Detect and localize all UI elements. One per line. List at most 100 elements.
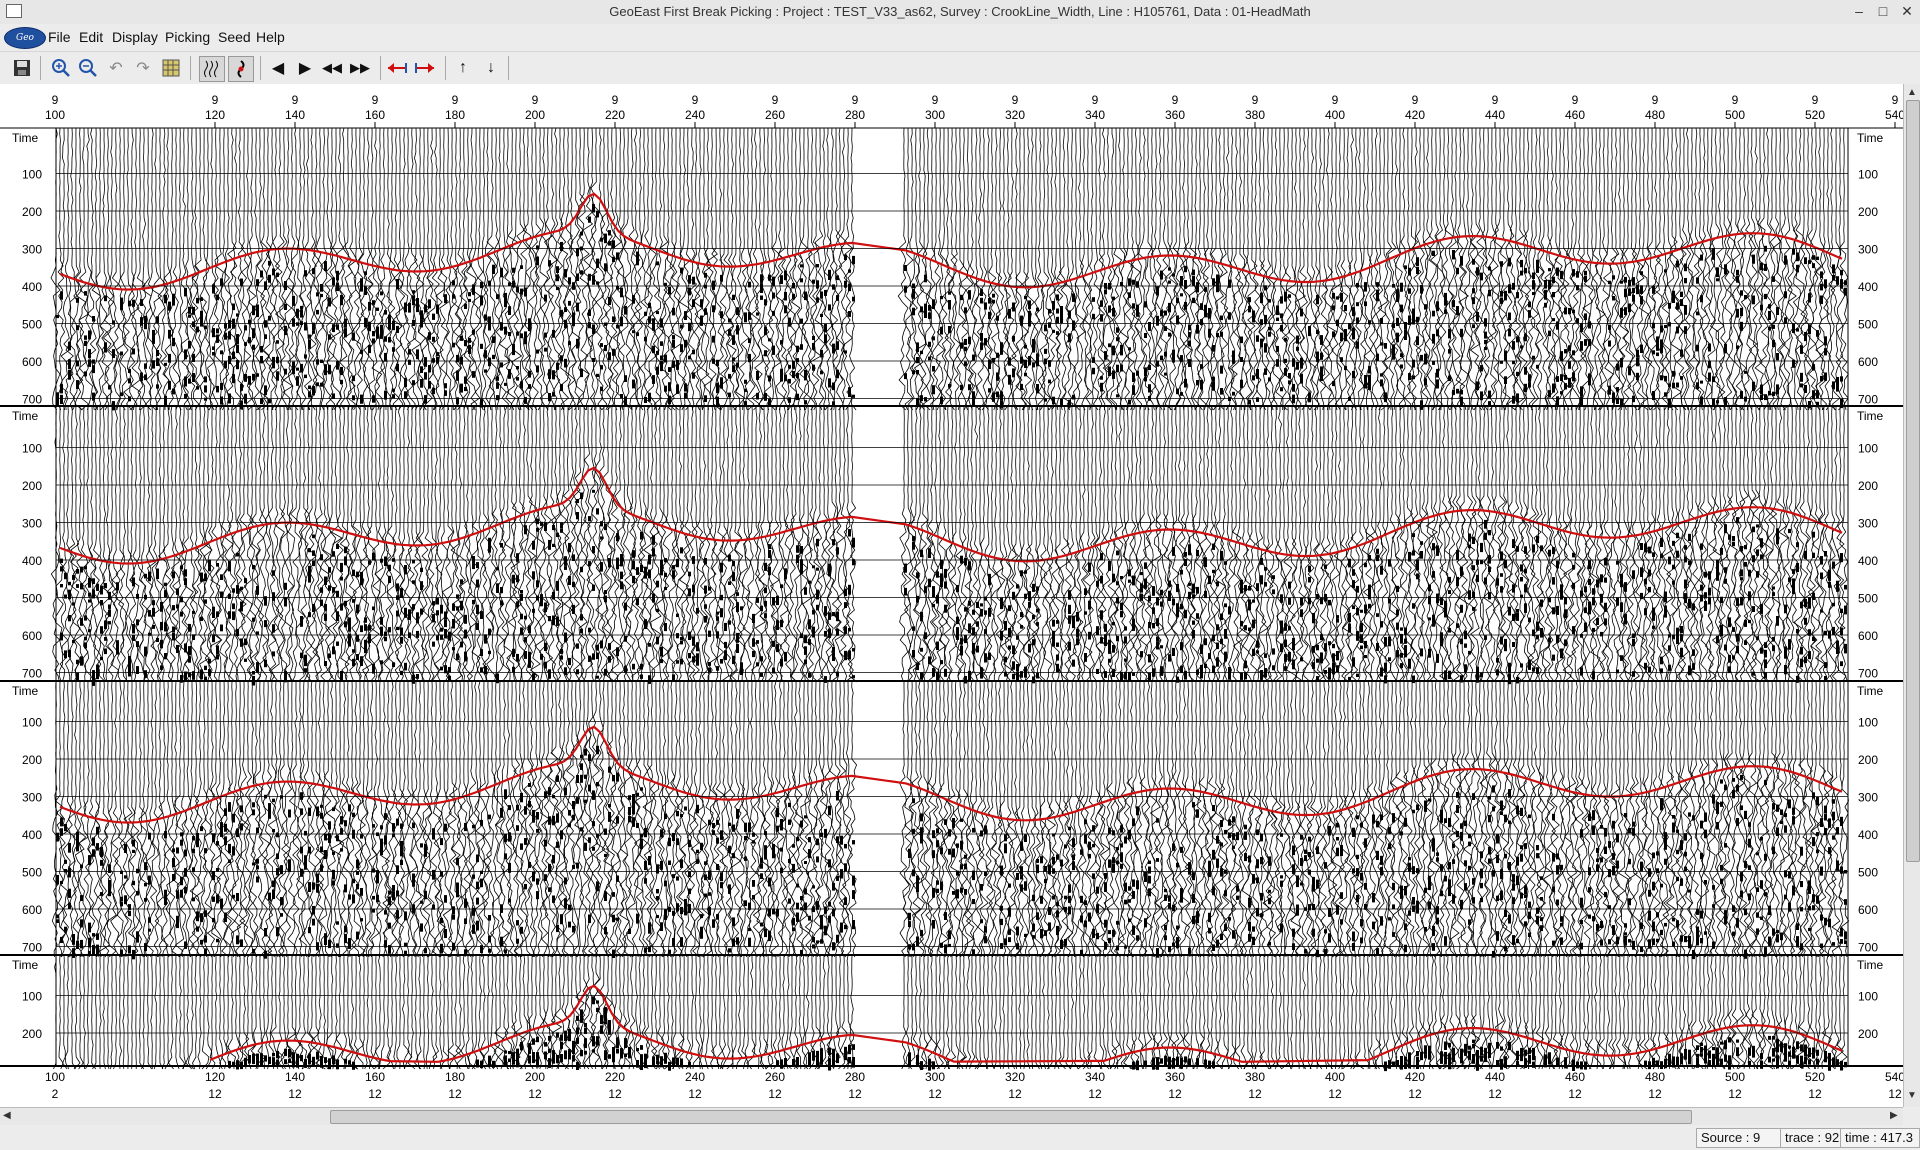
- trace-peak: [1364, 604, 1367, 614]
- trace-peak: [636, 254, 639, 264]
- trace-peak: [492, 354, 495, 360]
- trace-peak: [452, 914, 455, 920]
- trace-peak: [760, 605, 763, 612]
- trace-peak: [1108, 859, 1111, 868]
- trace-peak: [276, 356, 279, 364]
- trace-peak: [220, 574, 223, 580]
- trace-peak: [396, 279, 399, 289]
- trace-peak: [608, 352, 611, 361]
- trace-peak: [1844, 643, 1847, 654]
- trace-peak: [344, 556, 347, 566]
- trace-peak: [1408, 662, 1411, 669]
- down-icon[interactable]: ↓: [479, 56, 503, 80]
- first-icon[interactable]: ◀◀: [320, 56, 344, 80]
- trace-peak: [340, 562, 343, 572]
- save-icon[interactable]: [10, 56, 34, 80]
- trace-peak: [220, 278, 223, 286]
- shift-left-icon[interactable]: [385, 56, 409, 80]
- trace-peak: [648, 929, 651, 934]
- trace-peak: [80, 919, 83, 928]
- trace-peak: [1168, 280, 1171, 284]
- trace-peak: [516, 653, 519, 662]
- trace-peak: [504, 949, 507, 954]
- zoom-out-icon[interactable]: [76, 56, 100, 80]
- trace-peak: [1360, 937, 1363, 944]
- trace-peak: [1732, 536, 1735, 541]
- trace-peak: [1604, 558, 1607, 566]
- shift-right-icon[interactable]: [413, 56, 437, 80]
- trace-peak: [1808, 597, 1811, 604]
- next-icon[interactable]: ▶: [293, 56, 317, 80]
- trace-peak: [848, 269, 851, 273]
- trace-peak: [580, 628, 583, 634]
- trace-peak: [712, 919, 715, 928]
- wiggle-display-icon[interactable]: [199, 56, 225, 82]
- menu-seed[interactable]: Seed: [218, 29, 251, 45]
- trace-peak: [812, 885, 815, 889]
- zoom-in-icon[interactable]: [49, 56, 73, 80]
- trace-peak: [1632, 395, 1635, 403]
- menu-help[interactable]: Help: [256, 29, 285, 45]
- trace-peak: [808, 580, 811, 584]
- trace-peak: [1320, 335, 1323, 345]
- trace-peak: [1660, 375, 1663, 381]
- trace-peak: [308, 882, 311, 892]
- grid-icon[interactable]: [159, 56, 183, 80]
- pick-icon[interactable]: [228, 56, 254, 82]
- trace-peak: [632, 575, 635, 584]
- trace-peak: [1568, 307, 1571, 315]
- trace-peak: [428, 365, 431, 373]
- trace-peak: [196, 297, 199, 304]
- close-button[interactable]: ✕: [1896, 2, 1918, 20]
- trace-peak: [1684, 305, 1687, 315]
- trace-peak: [1304, 855, 1307, 861]
- menu-edit[interactable]: Edit: [79, 29, 103, 45]
- trace-peak: [108, 609, 111, 617]
- trace-peak: [1000, 943, 1003, 949]
- redo-icon[interactable]: ↷: [131, 56, 155, 80]
- trace-peak: [1180, 293, 1183, 297]
- prev-icon[interactable]: ◀: [266, 56, 290, 80]
- trace-peak: [1668, 556, 1671, 565]
- seismic-display-area[interactable]: Time Time 100 100 200 200 300 300 400 400 500 500 60…: [0, 84, 1920, 1107]
- trace-peak: [1288, 294, 1291, 298]
- trace-peak: [728, 373, 731, 379]
- trace-peak: [572, 925, 575, 933]
- menu-picking[interactable]: Picking: [165, 29, 210, 45]
- trace-peak: [992, 392, 995, 402]
- trace-peak: [232, 603, 235, 610]
- trace-peak: [1584, 622, 1587, 632]
- up-icon[interactable]: ↑: [451, 56, 475, 80]
- trace-peak: [984, 610, 987, 615]
- undo-icon[interactable]: ↶: [104, 56, 128, 80]
- trace-peak: [764, 928, 767, 938]
- maximize-button[interactable]: □: [1872, 2, 1894, 20]
- trace-peak: [836, 875, 839, 881]
- trace-peak: [1552, 577, 1555, 585]
- trace-peak: [596, 652, 599, 660]
- trace-peak: [600, 562, 603, 572]
- trace-peak: [400, 636, 403, 644]
- trace-peak: [68, 581, 71, 586]
- trace-peak: [1804, 332, 1807, 342]
- trace-peak: [536, 812, 539, 820]
- trace-peak: [1108, 658, 1111, 663]
- trace-peak: [468, 298, 471, 302]
- trace-wiggle: [86, 127, 97, 411]
- trace-peak: [1564, 375, 1567, 380]
- menu-file[interactable]: File: [48, 29, 71, 45]
- trace-peak: [76, 569, 79, 574]
- trace-peak: [336, 921, 339, 925]
- minimize-button[interactable]: –: [1848, 2, 1870, 20]
- trace-peak: [1588, 560, 1591, 570]
- trace-peak: [1356, 673, 1359, 677]
- trace-wiggle: [292, 681, 300, 958]
- trace-peak: [992, 299, 995, 304]
- seismic-canvas[interactable]: Time Time100 100200 200300 300400 400500 50060…: [0, 84, 1903, 1107]
- trace-peak: [968, 600, 971, 606]
- last-icon[interactable]: ▶▶: [348, 56, 372, 80]
- trace-peak: [316, 382, 319, 387]
- trace-peak: [60, 632, 63, 641]
- trace-peak: [488, 915, 491, 921]
- menu-display[interactable]: Display: [112, 29, 158, 45]
